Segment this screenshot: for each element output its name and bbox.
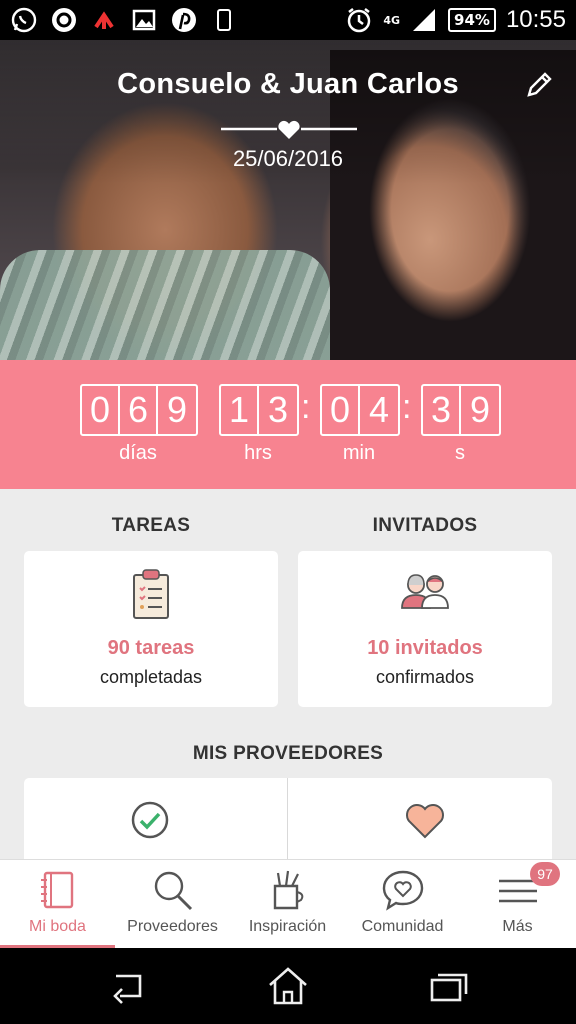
recent-apps-icon[interactable]	[426, 966, 470, 1006]
guests-title: INVITADOS	[372, 515, 478, 536]
countdown-banner: 0 6 9 1 3 : 0 4 : 3 9 días hrs min s	[0, 360, 576, 489]
countdown-seconds: 3 9	[421, 384, 501, 436]
guests-icon	[398, 573, 452, 613]
countdown-separator: :	[402, 388, 412, 426]
alarm-icon	[345, 6, 373, 34]
phone-icon	[210, 6, 238, 34]
tasks-card[interactable]: 90 tareas completadas	[24, 551, 278, 707]
upload-icon	[90, 6, 118, 34]
countdown-digit: 3	[267, 389, 289, 430]
countdown-hours: 1 3	[219, 384, 299, 436]
browser-icon	[50, 6, 78, 34]
countdown-digit: 3	[423, 386, 461, 434]
nav-item-inspiracion[interactable]: Inspiración	[230, 860, 345, 949]
guests-card[interactable]: 10 invitados confirmados	[298, 551, 552, 707]
check-circle-icon[interactable]	[130, 800, 170, 844]
heart-divider	[221, 120, 357, 140]
nav-label: Mi boda	[29, 918, 86, 935]
countdown-digit: 1	[221, 386, 259, 434]
guests-sub: confirmados	[375, 667, 475, 687]
guests-count: 10 invitados	[367, 637, 483, 659]
nav-label: Comunidad	[361, 918, 444, 935]
wedding-date: 25/06/2016	[232, 146, 344, 171]
nav-item-mi-boda[interactable]: Mi boda	[0, 860, 115, 949]
couple-photo-header: Consuelo & Juan Carlos 25/06/2016	[0, 40, 576, 360]
countdown-label-days: días	[119, 442, 157, 464]
pinterest-icon	[170, 6, 198, 34]
heart-icon[interactable]	[404, 800, 446, 844]
network-type: 4G	[383, 13, 401, 27]
signal-icon	[410, 6, 438, 34]
couple-names: Consuelo & Juan Carlos	[117, 68, 459, 100]
countdown-digit: 6	[120, 386, 158, 434]
vendors-title: MIS PROVEEDORES	[192, 743, 384, 764]
nav-label: Proveedores	[127, 918, 218, 935]
back-icon[interactable]	[106, 966, 150, 1006]
dashboard-content: TAREAS INVITADOS 90 tareas completadas 1…	[0, 489, 576, 859]
countdown-digit: 0	[82, 386, 120, 434]
nav-item-proveedores[interactable]: Proveedores	[115, 860, 230, 949]
pencil-icon[interactable]	[524, 70, 554, 100]
nav-label: Inspiración	[248, 918, 327, 935]
bottom-navigation: Mi boda Proveedores Inspiración Comunida…	[0, 859, 576, 949]
status-bar: 4G 94% 10:55	[0, 0, 576, 40]
countdown-separator: :	[301, 388, 311, 426]
clipboard-icon	[131, 567, 171, 625]
countdown-digit: 9	[469, 389, 491, 430]
countdown-minutes: 0 4	[320, 384, 400, 436]
notebook-icon	[36, 868, 80, 912]
tasks-count: 90 tareas	[107, 637, 195, 659]
nav-item-comunidad[interactable]: Comunidad	[345, 860, 460, 949]
tasks-sub: completadas	[99, 667, 203, 687]
pencil-cup-icon	[266, 868, 310, 912]
notification-badge: 97	[530, 862, 560, 886]
nav-label: Más	[502, 918, 533, 935]
vendors-card	[24, 778, 552, 859]
countdown-label-minutes: min	[342, 442, 376, 464]
whatsapp-icon	[10, 6, 38, 34]
countdown-label-seconds: s	[455, 442, 465, 464]
countdown-label-hours: hrs	[244, 442, 272, 464]
tasks-title: TAREAS	[111, 515, 191, 536]
countdown-days: 0 6 9	[80, 384, 198, 436]
image-icon	[130, 6, 158, 34]
battery-indicator: 94%	[448, 8, 496, 32]
countdown-digit: 4	[368, 389, 390, 430]
vendors-divider	[287, 778, 288, 859]
chat-heart-icon	[381, 868, 425, 912]
system-navigation-bar	[0, 948, 576, 1024]
clock: 10:55	[505, 6, 566, 33]
countdown-digit: 9	[166, 389, 188, 430]
countdown-digit: 0	[322, 386, 360, 434]
home-icon[interactable]	[266, 966, 310, 1006]
search-icon	[151, 868, 195, 912]
